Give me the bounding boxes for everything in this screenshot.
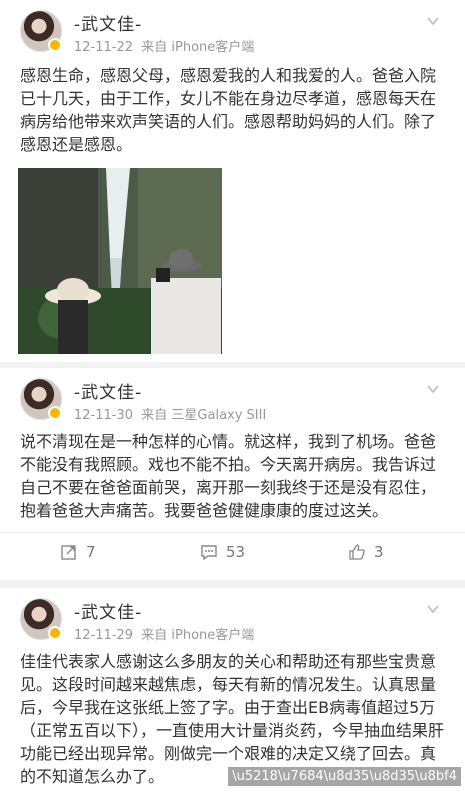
post-meta: 12-11-22 来自 iPhone客户端 <box>74 36 254 55</box>
post-date: 12-11-22 <box>74 40 134 55</box>
chevron-down-icon[interactable] <box>426 602 440 616</box>
username[interactable]: -武文佳- <box>74 598 142 623</box>
chevron-down-icon[interactable] <box>426 14 440 28</box>
repost-icon <box>61 545 76 560</box>
verified-badge-icon <box>48 406 62 420</box>
like-count: 3 <box>374 543 384 561</box>
repost-count: 7 <box>86 543 96 561</box>
post-date: 12-11-30 <box>74 408 134 423</box>
post-text: 感恩生命，感恩父母，感恩爱我的人和我爱的人。爸爸入院已十几天，由于工作，女儿不能… <box>20 66 437 154</box>
post-meta: 12-11-29 来自 iPhone客户端 <box>74 624 254 643</box>
post-meta: 12-11-30 来自 三星Galaxy SIII <box>74 404 266 423</box>
post-source: 来自 iPhone客户端 <box>141 40 255 55</box>
username[interactable]: -武文佳- <box>74 10 142 35</box>
action-bar: 7 53 3 <box>0 532 465 577</box>
post-card-2: -武文佳- 12-11-30 来自 三星Galaxy SIII 说不清现在是一种… <box>0 368 465 580</box>
comment-count: 53 <box>226 543 246 561</box>
post-text: 说不清现在是一种怎样的心情。就这样，我到了机场。爸爸不能没有我照顾。戏也不能不拍… <box>20 432 437 520</box>
comment-icon <box>201 545 217 561</box>
chevron-down-icon[interactable] <box>426 382 440 396</box>
post-date: 12-11-29 <box>74 628 134 643</box>
photo-illustration <box>18 168 222 354</box>
verified-badge-icon <box>48 38 62 52</box>
verified-badge-icon <box>48 626 62 640</box>
post-source: 来自 iPhone客户端 <box>141 628 255 643</box>
like-button[interactable]: 3 <box>348 543 384 561</box>
post-card-1: -武文佳- 12-11-22 来自 iPhone客户端 感恩生命，感恩父母，感恩… <box>0 0 465 362</box>
post-card-3: -武文佳- 12-11-29 来自 iPhone客户端 佳佳代表家人感谢这么多朋… <box>0 588 465 792</box>
post-photo[interactable] <box>18 168 222 354</box>
username[interactable]: -武文佳- <box>74 378 142 403</box>
comment-button[interactable]: 53 <box>200 543 245 561</box>
watermark: \u5218\u7684\u8d35\u8d35\u8bf4 <box>228 767 461 786</box>
post-source: 来自 三星Galaxy SIII <box>141 408 267 423</box>
repost-button[interactable]: 7 <box>60 543 96 561</box>
thumbs-up-icon <box>349 544 365 560</box>
